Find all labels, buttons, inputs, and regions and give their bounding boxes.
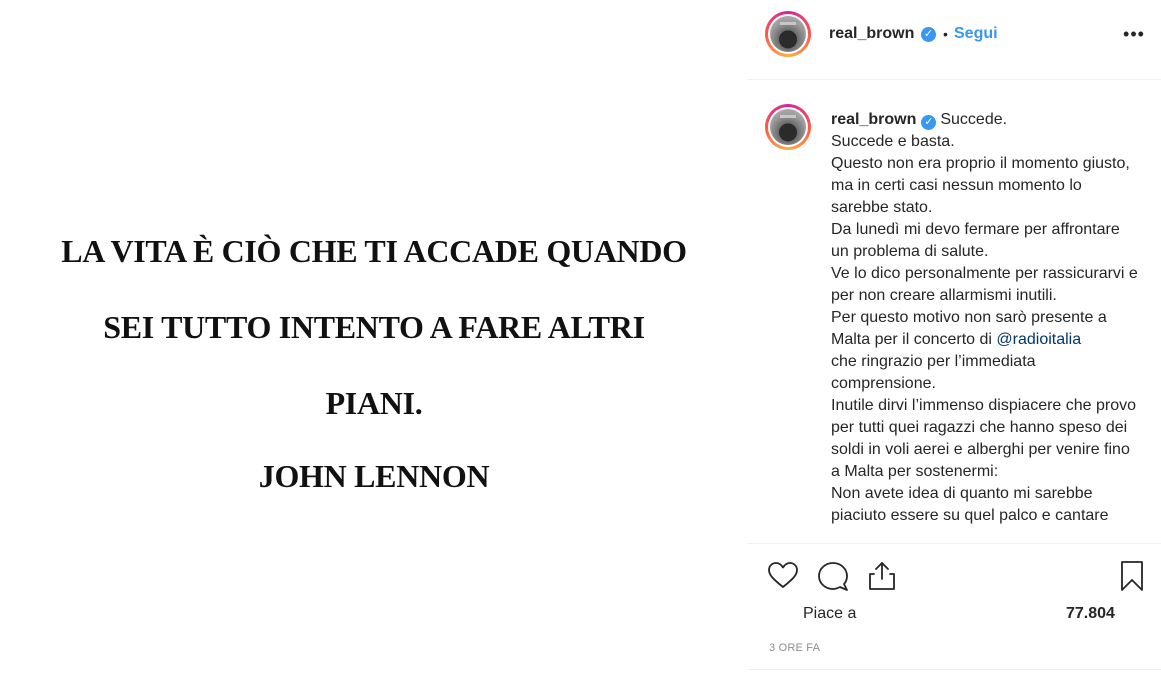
likes-label[interactable]: Piace a xyxy=(803,605,856,623)
header-username[interactable]: real_brown xyxy=(829,25,914,43)
heart-icon[interactable] xyxy=(766,559,800,593)
avatar-image xyxy=(770,109,806,145)
verified-badge-icon: ✓ xyxy=(921,27,936,42)
separator: • xyxy=(943,26,948,42)
mention-link[interactable]: @radioitalia xyxy=(996,331,1081,348)
avatar-image xyxy=(770,16,806,52)
comments-section[interactable]: real_brown ✓ Succede. Succede e basta. Que… xyxy=(748,80,1161,544)
post-sidebar: real_brown ✓ • Segui ••• real_brown ✓ Succ… xyxy=(748,0,1161,682)
caption-avatar[interactable] xyxy=(765,104,811,150)
divider xyxy=(748,669,1161,670)
post-header: real_brown ✓ • Segui ••• xyxy=(748,0,1161,80)
caption-text: Succede. Succede e basta. Questo non era… xyxy=(831,111,1138,348)
comment-icon[interactable] xyxy=(816,559,850,593)
quote-line: SEI TUTTO INTENTO A FARE ALTRI xyxy=(103,309,645,345)
more-options-icon[interactable]: ••• xyxy=(1122,22,1146,46)
follow-button[interactable]: Segui xyxy=(954,25,998,43)
post-image: LA VITA È CIÒ CHE TI ACCADE QUANDO SEI T… xyxy=(0,0,749,682)
quote-line: PIANI. xyxy=(325,385,423,421)
share-icon[interactable] xyxy=(865,559,899,593)
verified-badge-icon: ✓ xyxy=(921,115,937,130)
instagram-post: LA VITA È CIÒ CHE TI ACCADE QUANDO SEI T… xyxy=(0,0,1161,682)
quote-author: JOHN LENNON xyxy=(258,458,490,494)
bookmark-icon[interactable] xyxy=(1115,559,1149,593)
post-caption: real_brown ✓ Succede. Succede e basta. Que… xyxy=(831,109,1141,527)
quote-line: LA VITA È CIÒ CHE TI ACCADE QUANDO xyxy=(61,233,687,269)
post-timestamp[interactable]: 3 ORE FA xyxy=(769,642,820,654)
caption-text-continued: che ringrazio per l’immediata comprensio… xyxy=(831,353,1137,524)
likes-count[interactable]: 77.804 xyxy=(1066,605,1115,623)
caption-username[interactable]: real_brown xyxy=(831,111,916,128)
avatar[interactable] xyxy=(765,11,811,57)
